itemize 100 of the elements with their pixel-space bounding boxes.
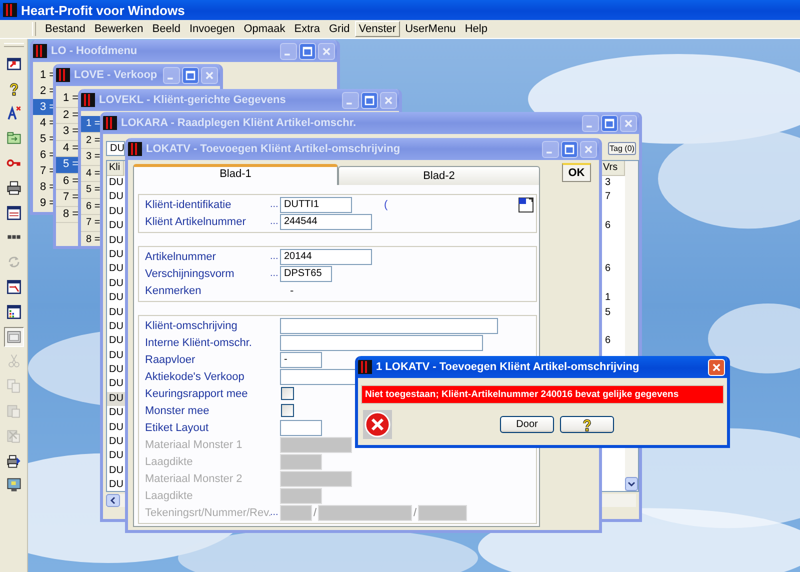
table-cell-text: DU bbox=[108, 348, 124, 363]
column-header[interactable]: Kli bbox=[107, 161, 124, 176]
field-label: Kenmerken bbox=[145, 284, 202, 296]
menu-item[interactable]: Extra bbox=[290, 21, 324, 37]
scroll-down-button[interactable] bbox=[625, 477, 638, 491]
menu-item[interactable]: Opmaak bbox=[240, 21, 290, 37]
table-cell-text: DU bbox=[108, 320, 124, 334]
table-cell-text: DU bbox=[108, 291, 124, 306]
app-icon bbox=[81, 93, 95, 107]
table-cell-text: DU bbox=[108, 276, 124, 291]
app-title: Heart-Profit voor Windows bbox=[21, 2, 185, 18]
text-field[interactable] bbox=[280, 318, 498, 334]
table-cell-text: 5 bbox=[604, 306, 612, 320]
text-field[interactable] bbox=[280, 420, 322, 436]
tab[interactable]: Blad-2 bbox=[338, 166, 540, 185]
menu-option[interactable]: 5 = bbox=[56, 157, 78, 174]
table-cell-text: DU bbox=[108, 262, 124, 276]
maximize-button[interactable] bbox=[299, 42, 316, 60]
tag-button[interactable]: Tag (0) bbox=[608, 142, 636, 155]
table-cell-text: 6 bbox=[604, 334, 612, 348]
text-field[interactable]: DUTTI1 bbox=[280, 196, 352, 212]
ellipsis-text: ... bbox=[270, 252, 280, 262]
text-field[interactable] bbox=[280, 334, 483, 350]
table-cell-text: 7 bbox=[604, 190, 612, 204]
help-button[interactable] bbox=[560, 416, 614, 433]
menu-item[interactable]: Beeld bbox=[148, 21, 184, 37]
app-icon bbox=[56, 68, 70, 82]
table-cell-text: DU bbox=[108, 435, 124, 450]
menu-item[interactable]: Venster bbox=[354, 21, 400, 37]
maximize-button[interactable] bbox=[561, 140, 578, 158]
field-label: Laagdikte bbox=[145, 490, 194, 502]
table-cell-text: DU bbox=[108, 234, 124, 248]
window-title: LOKATV - Toevoegen Kliënt Artikel-omschrijving bbox=[146, 143, 402, 155]
menu-item[interactable]: Bestand bbox=[41, 21, 90, 37]
ellipsis-text: ... bbox=[270, 216, 280, 226]
table-cell-text: DU bbox=[108, 464, 124, 478]
table-cell-text: DU bbox=[108, 406, 124, 420]
table-cell-text: 6 bbox=[604, 219, 612, 234]
error-icon bbox=[363, 410, 392, 439]
table-cell-text: DU bbox=[108, 334, 124, 348]
app-icon bbox=[358, 360, 372, 374]
error-message: Niet toegestaan; Kliënt-Artikelnummer 240016 bevat gelijke gegevens bbox=[361, 385, 724, 404]
ok-button[interactable]: OK bbox=[562, 163, 591, 182]
maximize-button[interactable] bbox=[601, 114, 618, 132]
app-icon bbox=[128, 142, 142, 156]
menu-item[interactable]: Invoegen bbox=[185, 21, 239, 37]
table-cell-text: DU bbox=[108, 219, 124, 234]
field-label: Interne Kliënt-omschr. bbox=[145, 336, 253, 348]
table-cell-text: DU bbox=[108, 392, 124, 406]
table-cell-text: DU bbox=[108, 478, 124, 492]
menu-item[interactable]: Help bbox=[460, 21, 492, 37]
field-label: Raapvloer bbox=[145, 354, 196, 366]
menu-item[interactable]: Bewerken bbox=[90, 21, 148, 37]
table-cell-text: 1 bbox=[604, 291, 612, 306]
field-label: Materiaal Monster 1 bbox=[145, 438, 244, 450]
table-cell-text: 6 bbox=[604, 262, 612, 276]
filter-field[interactable]: DU bbox=[106, 141, 125, 156]
field-label: Tekeningsrt/Nummer/Rev. bbox=[145, 506, 270, 518]
field-label: Kliënt-identifikatie bbox=[145, 198, 232, 210]
menu-option[interactable]: 1 = bbox=[81, 116, 100, 132]
menu-item[interactable]: Grid bbox=[324, 21, 354, 37]
text-field[interactable]: DPST65 bbox=[280, 266, 332, 282]
window-title: LOVEKL - Kliënt-gerichte Gegevens bbox=[99, 94, 287, 106]
table-cell-text: DU bbox=[108, 363, 124, 378]
field-label: Kliënt-omschrijving bbox=[145, 320, 238, 332]
table-cell-text: DU bbox=[108, 449, 124, 464]
scroll-left-button[interactable] bbox=[106, 494, 120, 507]
help-icon bbox=[580, 418, 594, 432]
separator-text: / bbox=[312, 506, 318, 518]
checkbox[interactable] bbox=[281, 387, 294, 400]
lookup-window-icon[interactable] bbox=[518, 196, 534, 212]
field-value: - bbox=[290, 284, 294, 296]
app-icon bbox=[103, 116, 117, 130]
table-cell-text: DU bbox=[108, 204, 124, 219]
table-cell-text: DU bbox=[108, 190, 124, 204]
field-label: Keuringsrapport mee bbox=[145, 388, 249, 400]
field-label: Kliënt Artikelnummer bbox=[145, 216, 247, 228]
field-label: Laagdikte bbox=[145, 456, 194, 468]
window-icon[interactable] bbox=[4, 326, 24, 347]
column-header[interactable]: Vrs bbox=[601, 161, 625, 176]
menu-item[interactable]: UserMenu bbox=[401, 21, 460, 37]
maximize-button[interactable] bbox=[361, 92, 378, 108]
window-title: LOVE - Verkoop bbox=[74, 69, 158, 81]
table-cell-text: DU bbox=[108, 306, 124, 320]
app-icon bbox=[33, 44, 47, 58]
text-field[interactable]: - bbox=[280, 352, 322, 368]
window-title: 1 LOKATV - Toevoegen Kliënt Artikel-omschrijving bbox=[376, 361, 640, 373]
checkbox[interactable] bbox=[281, 404, 294, 417]
table-cell-text: DU bbox=[108, 377, 124, 392]
ellipsis-text: ... bbox=[270, 268, 280, 278]
door-button[interactable]: Door bbox=[500, 416, 554, 433]
field-label: Artikelnummer bbox=[145, 250, 217, 262]
text-field[interactable]: 20144 bbox=[280, 248, 372, 264]
field-label: Aktiekode's Verkoop bbox=[145, 370, 246, 382]
ellipsis-text: ... bbox=[270, 200, 280, 210]
window-title: LO - Hoofdmenu bbox=[51, 45, 138, 57]
tab[interactable]: Blad-1 bbox=[133, 164, 338, 185]
maximize-button[interactable] bbox=[182, 66, 199, 84]
table-cell-text: DU bbox=[108, 176, 124, 190]
text-field[interactable]: 244544 bbox=[280, 214, 372, 230]
